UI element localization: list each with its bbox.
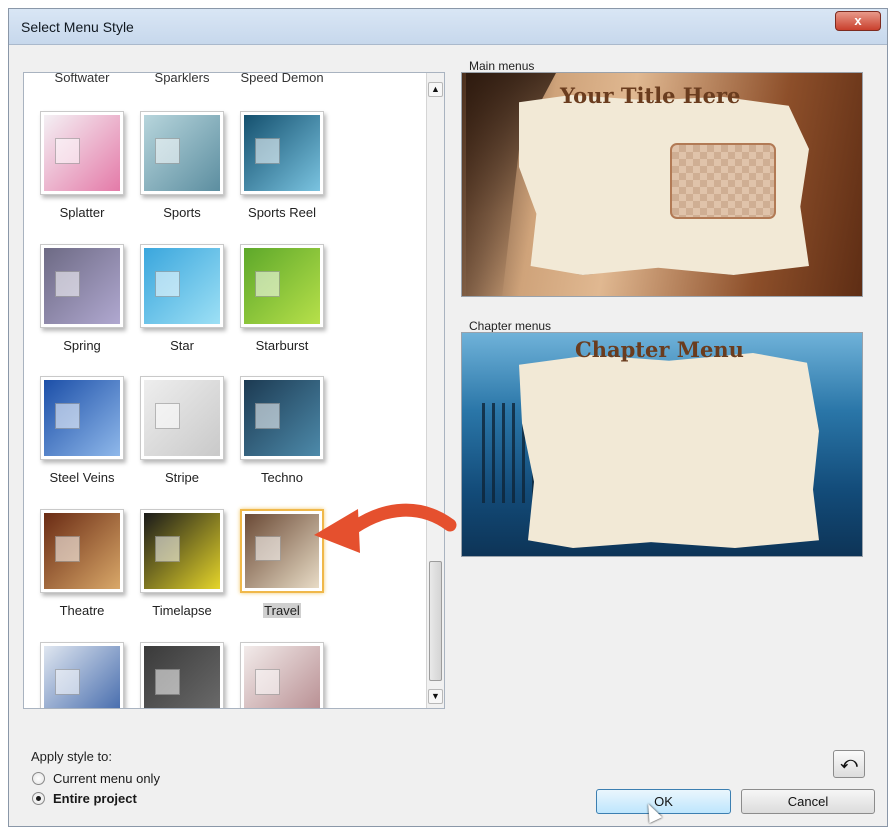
style-tile-label[interactable]: Travel — [232, 603, 332, 618]
thumbnail-photo-box — [254, 668, 281, 695]
style-thumbnail[interactable] — [240, 642, 324, 708]
entire-project-label[interactable]: Entire project — [53, 791, 137, 806]
tile-label-speed-demon[interactable]: Speed Demon — [232, 73, 332, 85]
entire-project-radio[interactable] — [32, 792, 45, 805]
style-tile-label-text[interactable]: Techno — [261, 470, 303, 485]
style-thumbnail[interactable] — [40, 111, 124, 195]
title-bar: Select Menu Style x — [9, 9, 887, 45]
thumbnail-image — [44, 248, 120, 324]
thumbnail-photo-box — [54, 668, 81, 695]
entire-project-option[interactable]: Entire project — [32, 791, 137, 806]
style-thumbnail[interactable] — [40, 376, 124, 460]
menu-style-list[interactable]: Softwater Sparklers Speed Demon Splatter… — [23, 72, 445, 709]
style-thumbnail[interactable] — [240, 244, 324, 328]
thumbnail-image — [44, 380, 120, 456]
scroll-thumb[interactable] — [429, 561, 442, 681]
tile-label-sparklers[interactable]: Sparklers — [132, 73, 232, 85]
thumbnail-photo-box — [54, 137, 81, 164]
thumbnail-photo-box — [154, 270, 181, 297]
style-tile-label[interactable]: Star — [132, 338, 232, 353]
style-tile-label-text[interactable]: Starburst — [256, 338, 309, 353]
ok-button[interactable]: OK — [596, 789, 731, 814]
thumbnail-photo-box — [254, 402, 281, 429]
style-tile-label-text[interactable]: Timelapse — [152, 603, 211, 618]
thumbnail-photo-box — [54, 402, 81, 429]
thumbnail-photo-box — [54, 535, 81, 562]
chapter-preview-title: Chapter Menu — [575, 337, 744, 362]
thumbnail-image — [144, 513, 220, 589]
scroll-down-arrow-icon[interactable]: ▼ — [428, 689, 443, 704]
main-menu-preview: Your Title Here — [461, 72, 863, 297]
style-thumbnail[interactable] — [240, 111, 324, 195]
thumbnail-photo-box — [54, 270, 81, 297]
style-thumbnail[interactable] — [140, 509, 224, 593]
style-tile-label-text[interactable]: Sports — [163, 205, 201, 220]
thumbnail-image — [144, 380, 220, 456]
style-tile-label[interactable]: Splatter — [32, 205, 132, 220]
thumbnail-photo-box — [154, 137, 181, 164]
style-tile-label[interactable]: Sports Reel — [232, 205, 332, 220]
style-thumbnail[interactable] — [140, 244, 224, 328]
thumbnail-photo-box — [154, 535, 181, 562]
reset-icon[interactable]: ⤺ — [833, 750, 865, 778]
style-tile-label-text[interactable]: Spring — [63, 338, 101, 353]
dialog-title: Select Menu Style — [21, 19, 134, 35]
style-tile-label-text[interactable]: Steel Veins — [49, 470, 114, 485]
thumbnail-photo-box — [154, 668, 181, 695]
style-tile-label-text[interactable]: Theatre — [60, 603, 105, 618]
photo-placeholder — [670, 143, 776, 219]
thumbnail-image — [44, 646, 120, 708]
style-thumbnail[interactable] — [140, 376, 224, 460]
style-tile-label[interactable]: Spring — [32, 338, 132, 353]
style-tile-label-text[interactable]: Star — [170, 338, 194, 353]
current-menu-only-radio[interactable] — [32, 772, 45, 785]
style-tile-label[interactable]: Starburst — [232, 338, 332, 353]
red-arrow-annotation-icon — [314, 503, 457, 553]
style-thumbnail[interactable] — [40, 642, 124, 708]
thumbnail-photo-box — [255, 536, 281, 562]
style-tile-label-text[interactable]: Stripe — [165, 470, 199, 485]
style-thumbnail[interactable] — [40, 509, 124, 593]
style-thumbnail[interactable] — [40, 244, 124, 328]
style-thumbnail[interactable] — [140, 111, 224, 195]
style-tile-label-text[interactable]: Splatter — [60, 205, 105, 220]
style-thumbnail[interactable] — [140, 642, 224, 708]
partial-top-labels: Softwater Sparklers Speed Demon — [24, 73, 424, 85]
thumbnail-image — [244, 115, 320, 191]
thumbnail-image — [144, 115, 220, 191]
thumbnail-image — [144, 646, 220, 708]
tile-label-softwater[interactable]: Softwater — [32, 73, 132, 85]
thumbnail-image — [44, 115, 120, 191]
thumbnail-image — [144, 248, 220, 324]
close-button[interactable]: x — [835, 11, 881, 31]
style-thumbnail[interactable] — [240, 376, 324, 460]
cancel-button[interactable]: Cancel — [741, 789, 875, 814]
thumbnail-photo-box — [254, 270, 281, 297]
thumbnail-image — [44, 513, 120, 589]
main-preview-title: Your Title Here — [560, 83, 741, 108]
style-tile-label[interactable]: Sports — [132, 205, 232, 220]
main-menus-label: Main menus — [469, 59, 535, 73]
style-tile-label[interactable]: Techno — [232, 470, 332, 485]
thumbnail-image — [244, 380, 320, 456]
style-tile-label-text[interactable]: Travel — [263, 603, 301, 618]
current-menu-only-label[interactable]: Current menu only — [53, 771, 160, 786]
scroll-up-arrow-icon[interactable]: ▲ — [428, 82, 443, 97]
thumbnail-image — [244, 248, 320, 324]
style-tile-label[interactable]: Stripe — [132, 470, 232, 485]
torn-paper-frame — [519, 353, 819, 548]
style-tile-label[interactable]: Timelapse — [132, 603, 232, 618]
list-scrollbar[interactable]: ▲ ▼ — [426, 73, 444, 708]
chapter-menus-label: Chapter menus — [469, 319, 552, 333]
thumbnail-photo-box — [254, 137, 281, 164]
style-tile-label[interactable]: Steel Veins — [32, 470, 132, 485]
current-menu-only-option[interactable]: Current menu only — [32, 771, 160, 786]
style-tile-label[interactable]: Theatre — [32, 603, 132, 618]
chapter-menu-preview: Chapter Menu — [461, 332, 863, 557]
thumbnail-photo-box — [154, 402, 181, 429]
style-tile-label-text[interactable]: Sports Reel — [248, 205, 316, 220]
apply-style-to-label: Apply style to: — [31, 749, 112, 764]
thumbnail-image — [244, 646, 320, 708]
